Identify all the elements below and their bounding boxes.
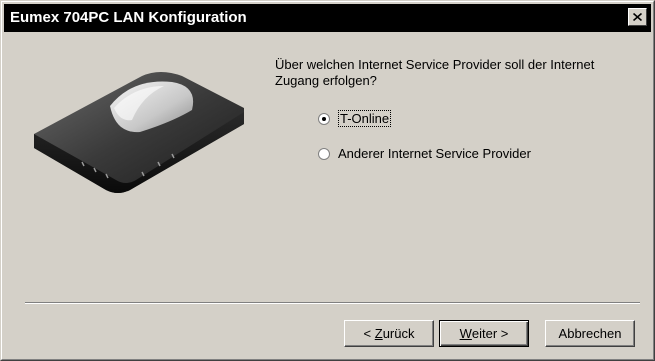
provider-question: Über welchen Internet Service Provider s… (275, 57, 595, 88)
radio-option-other-provider[interactable]: Anderer Internet Service Provider (318, 146, 531, 161)
radio-selected-icon[interactable] (318, 112, 330, 125)
next-button[interactable]: Weiter > (439, 320, 529, 347)
radio-label-other-provider: Anderer Internet Service Provider (338, 146, 531, 161)
title-bar[interactable]: Eumex 704PC LAN Konfiguration (4, 4, 651, 32)
close-icon (633, 13, 642, 21)
back-button[interactable]: < Zurück (344, 320, 434, 347)
dialog-frame: Eumex 704PC LAN Konfiguration Über welch… (1, 1, 654, 360)
radio-option-t-online[interactable]: T-Online (318, 110, 392, 127)
back-button-prefix: < (363, 326, 375, 341)
router-illustration (34, 72, 244, 193)
next-button-rest: eiter > (471, 326, 509, 341)
radio-unselected-icon[interactable] (318, 147, 330, 160)
dialog-window: Eumex 704PC LAN Konfiguration Über welch… (0, 0, 655, 361)
next-button-mnemonic: W (459, 326, 472, 341)
radio-label-t-online: T-Online (338, 110, 392, 127)
window-title: Eumex 704PC LAN Konfiguration (10, 9, 247, 26)
close-button[interactable] (628, 8, 647, 26)
back-button-mnemonic: Z (374, 326, 383, 341)
cancel-button[interactable]: Abbrechen (545, 320, 635, 347)
button-separator (25, 302, 640, 304)
back-button-rest: urück (382, 326, 415, 341)
